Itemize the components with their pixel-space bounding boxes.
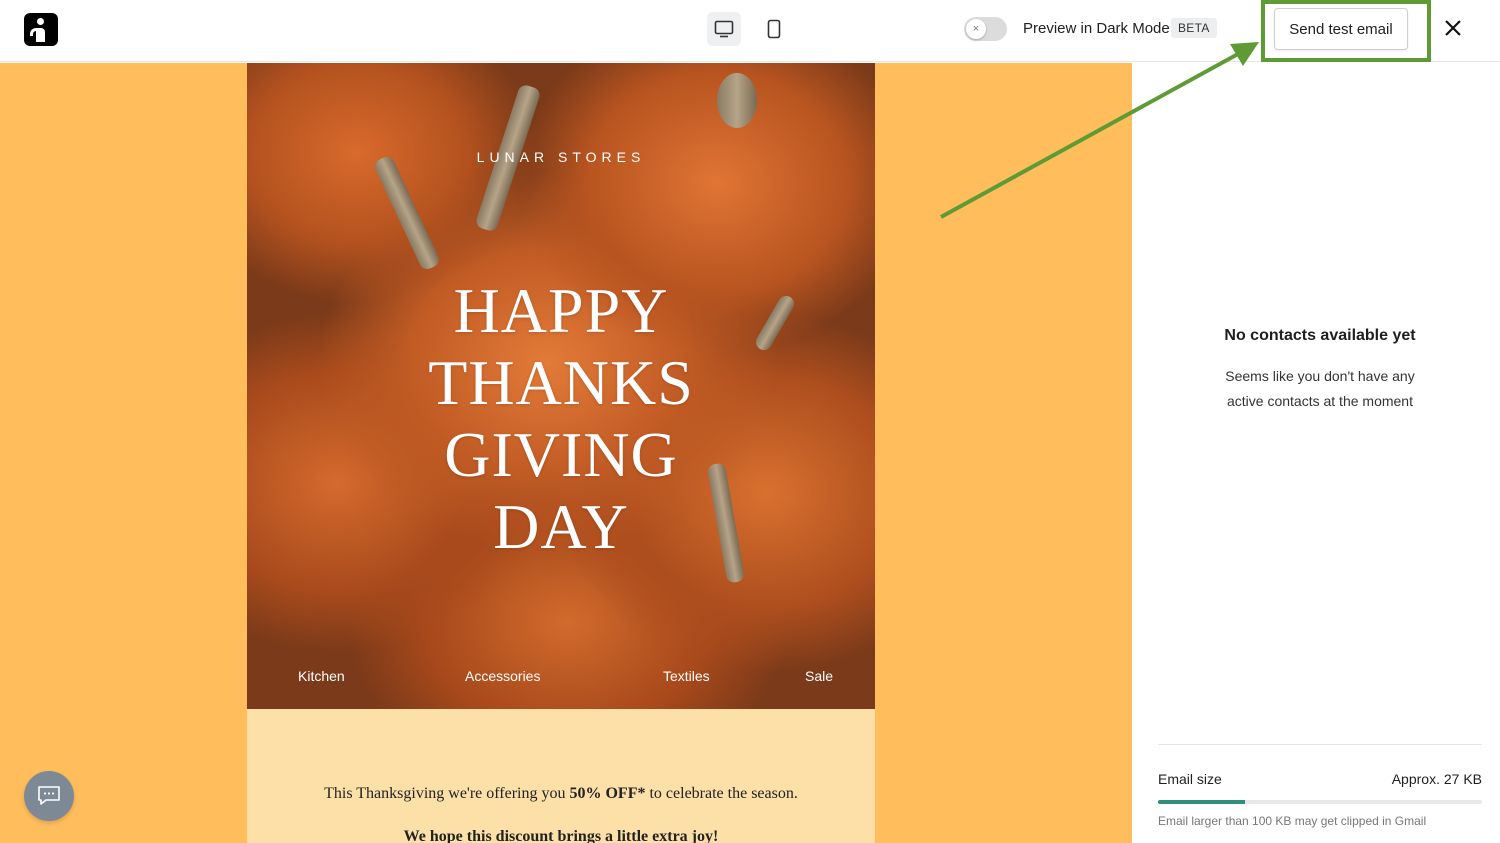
top-bar: × Preview in Dark Mode BETA Send test em… xyxy=(0,0,1500,62)
hero-image: LUNAR STORES HAPPY THANKS GIVING DAY Kit… xyxy=(247,63,875,709)
nav-link-accessories[interactable]: Accessories xyxy=(465,668,540,684)
hero-title-line: HAPPY xyxy=(453,275,669,346)
nav-link-sale[interactable]: Sale xyxy=(805,668,833,684)
email-preview-canvas: LUNAR STORES HAPPY THANKS GIVING DAY Kit… xyxy=(0,63,1132,843)
email-nav: Kitchen Accessories Textiles Sale xyxy=(247,668,875,688)
send-test-email-button[interactable]: Send test email xyxy=(1274,8,1408,50)
brevo-logo-icon[interactable] xyxy=(24,13,58,46)
chat-icon xyxy=(38,786,60,805)
empty-state-title: No contacts available yet xyxy=(1224,327,1416,344)
divider xyxy=(1158,744,1482,745)
email-size-note: Email larger than 100 KB may get clipped… xyxy=(1158,814,1427,828)
email-size-label: Email size xyxy=(1158,771,1222,787)
email-size-fill xyxy=(1158,800,1246,804)
email-preview: LUNAR STORES HAPPY THANKS GIVING DAY Kit… xyxy=(247,63,875,843)
email-size-bar xyxy=(1158,800,1482,804)
desktop-icon xyxy=(714,20,734,38)
hero-title-line: DAY xyxy=(493,491,629,562)
brand-name: LUNAR STORES xyxy=(476,149,646,165)
toggle-off-icon: × xyxy=(966,19,986,39)
offer-text: This Thanksgiving we're offering you 50%… xyxy=(247,785,875,803)
mobile-icon xyxy=(767,19,781,39)
close-icon xyxy=(1445,20,1461,36)
hero-title-line: GIVING xyxy=(444,419,678,490)
offer-text-end: to celebrate the season. xyxy=(645,785,798,802)
nav-link-textiles[interactable]: Textiles xyxy=(663,668,710,684)
close-button[interactable] xyxy=(1441,16,1465,40)
email-size-value: Approx. 27 KB xyxy=(1391,771,1482,787)
dark-mode-toggle[interactable]: × xyxy=(964,17,1007,41)
test-contacts-panel: No contacts available yet Seems like you… xyxy=(1132,63,1500,843)
offer-highlight: 50% OFF* xyxy=(569,785,646,802)
hero-title: HAPPY THANKS GIVING DAY xyxy=(247,275,875,563)
hope-text: We hope this discount brings a little ex… xyxy=(403,828,719,843)
desktop-preview-button[interactable] xyxy=(707,12,741,46)
offer-text-start: This Thanksgiving we're offering you xyxy=(324,785,570,802)
dark-mode-label: Preview in Dark Mode xyxy=(1023,20,1170,37)
chat-button[interactable] xyxy=(24,771,74,821)
email-body: This Thanksgiving we're offering you 50%… xyxy=(247,709,875,843)
empty-state-description: Seems like you don't have any active con… xyxy=(1225,368,1415,409)
beta-badge: BETA xyxy=(1171,18,1217,38)
nav-link-kitchen[interactable]: Kitchen xyxy=(298,668,345,684)
mobile-preview-button[interactable] xyxy=(757,12,791,46)
hero-title-line: THANKS xyxy=(428,347,694,418)
